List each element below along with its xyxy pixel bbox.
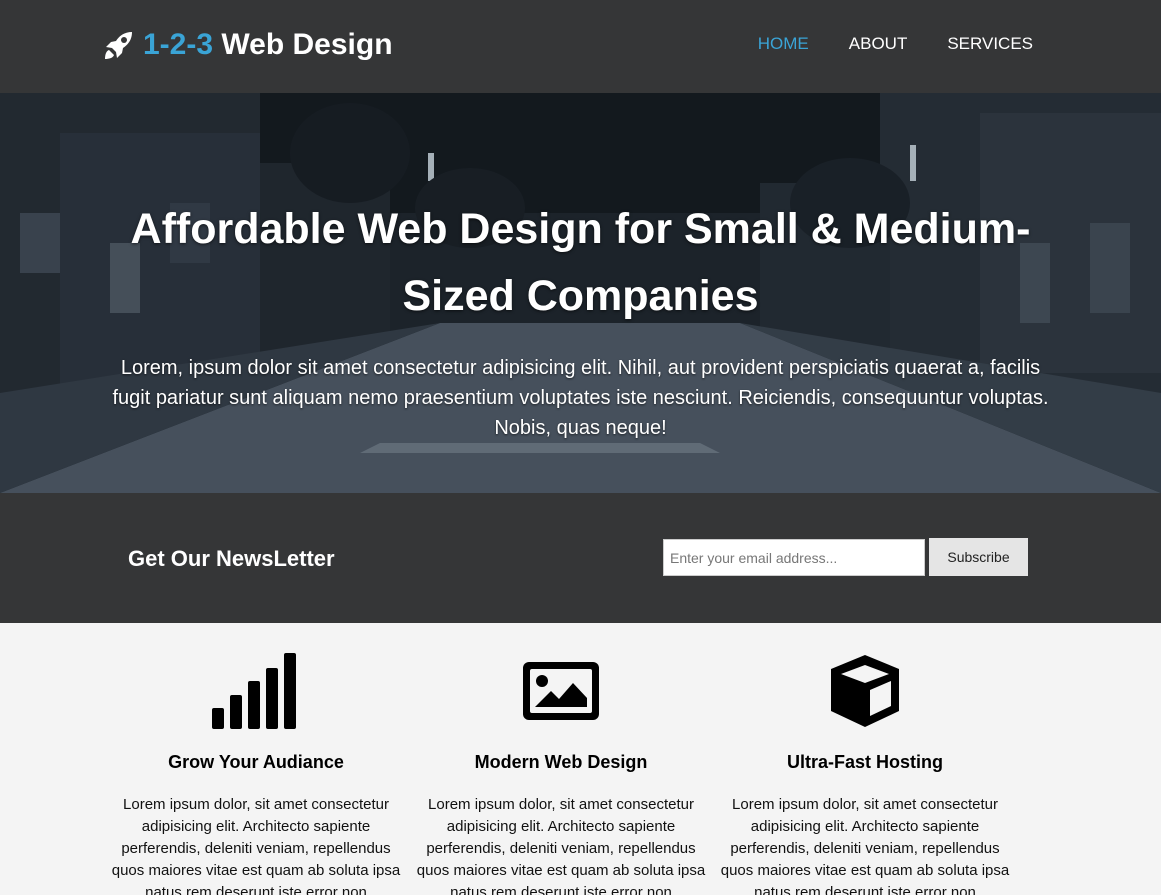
feature-title: Ultra-Fast Hosting	[786, 752, 943, 772]
feature-card: Ultra-Fast Hosting Lorem ipsum dolor, si…	[720, 653, 1010, 895]
feature-title: Grow Your Audiance	[168, 752, 344, 772]
cube-icon	[831, 655, 899, 727]
hero-heading: Affordable Web Design for Small & Medium…	[130, 205, 1031, 320]
rocket-icon	[105, 32, 132, 59]
email-input[interactable]	[663, 539, 925, 576]
feature-card: Grow Your Audiance Lorem ipsum dolor, si…	[111, 653, 401, 895]
image-icon	[523, 662, 599, 720]
brand[interactable]: 1-2-3 Web Design	[103, 28, 393, 62]
features-section: Grow Your Audiance Lorem ipsum dolor, si…	[0, 623, 1161, 895]
feature-text: Lorem ipsum dolor, sit amet consectetur …	[111, 796, 401, 895]
nav-home-link[interactable]: HOME	[758, 34, 809, 54]
signal-bars-icon	[212, 653, 296, 729]
hero-text: Lorem, ipsum dolor sit amet consectetur …	[112, 357, 1049, 439]
feature-card: Modern Web Design Lorem ipsum dolor, sit…	[416, 653, 706, 895]
newsletter-title: Get Our NewsLetter	[128, 546, 335, 571]
nav-services-link[interactable]: SERVICES	[947, 34, 1033, 54]
feature-text: Lorem ipsum dolor, sit amet consectetur …	[416, 796, 706, 895]
newsletter-section: Get Our NewsLetter Subscribe	[0, 493, 1161, 623]
nav-about-link[interactable]: ABOUT	[849, 34, 908, 54]
subscribe-button[interactable]: Subscribe	[929, 538, 1028, 576]
brand-title: 1-2-3 Web Design	[143, 28, 393, 61]
hero-section: Affordable Web Design for Small & Medium…	[0, 93, 1161, 493]
site-header: 1-2-3 Web Design HOME ABOUT SERVICES	[0, 0, 1161, 93]
main-nav: HOME ABOUT SERVICES	[718, 34, 1033, 54]
feature-title: Modern Web Design	[474, 752, 648, 772]
hero-content: Affordable Web Design for Small & Medium…	[0, 196, 1161, 443]
feature-text: Lorem ipsum dolor, sit amet consectetur …	[720, 796, 1010, 895]
